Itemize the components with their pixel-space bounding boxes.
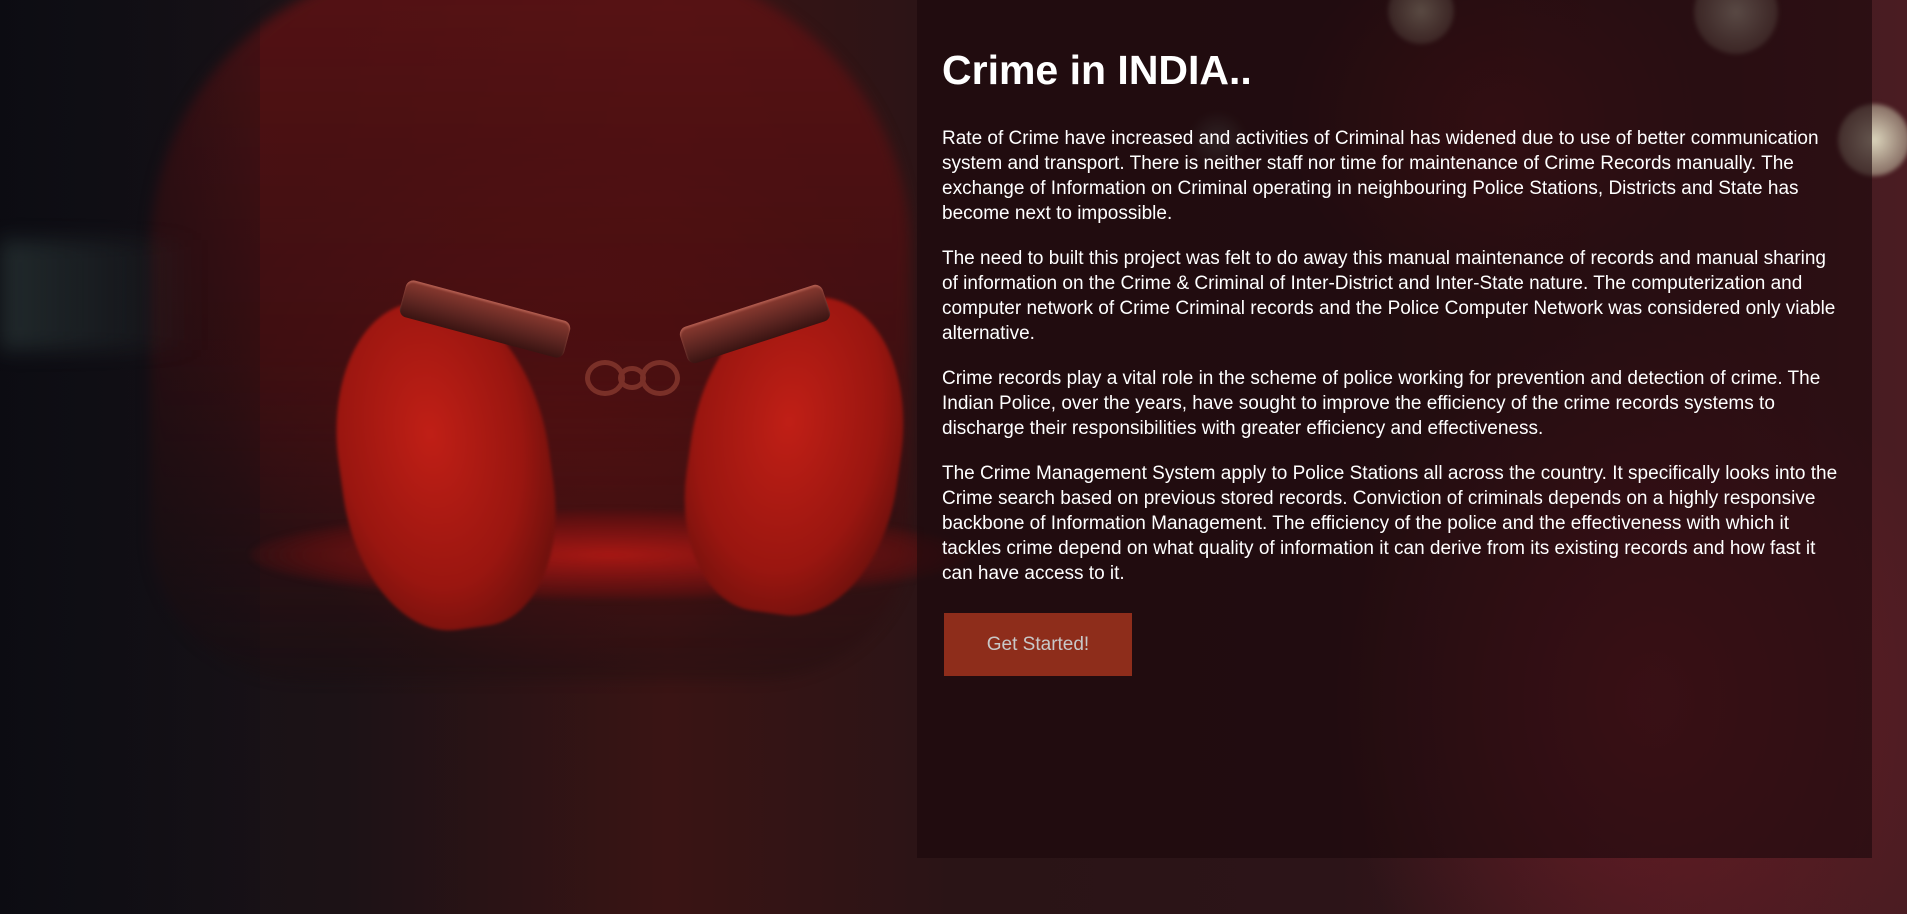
background-glow (0, 240, 200, 350)
get-started-button[interactable]: Get Started! (944, 613, 1132, 676)
content-panel: Crime in INDIA.. Rate of Crime have incr… (917, 0, 1872, 858)
project-need-paragraph: The need to built this project was felt … (942, 248, 1836, 344)
page-title: Crime in INDIA.. (942, 47, 1252, 93)
intro-paragraph: Rate of Crime have increased and activit… (942, 128, 1819, 224)
crime-records-paragraph: Crime records play a vital role in the s… (942, 368, 1821, 439)
background-shadow (0, 0, 260, 914)
system-description-paragraph: The Crime Management System apply to Pol… (942, 463, 1838, 584)
handcuff-chain-link (640, 360, 680, 396)
